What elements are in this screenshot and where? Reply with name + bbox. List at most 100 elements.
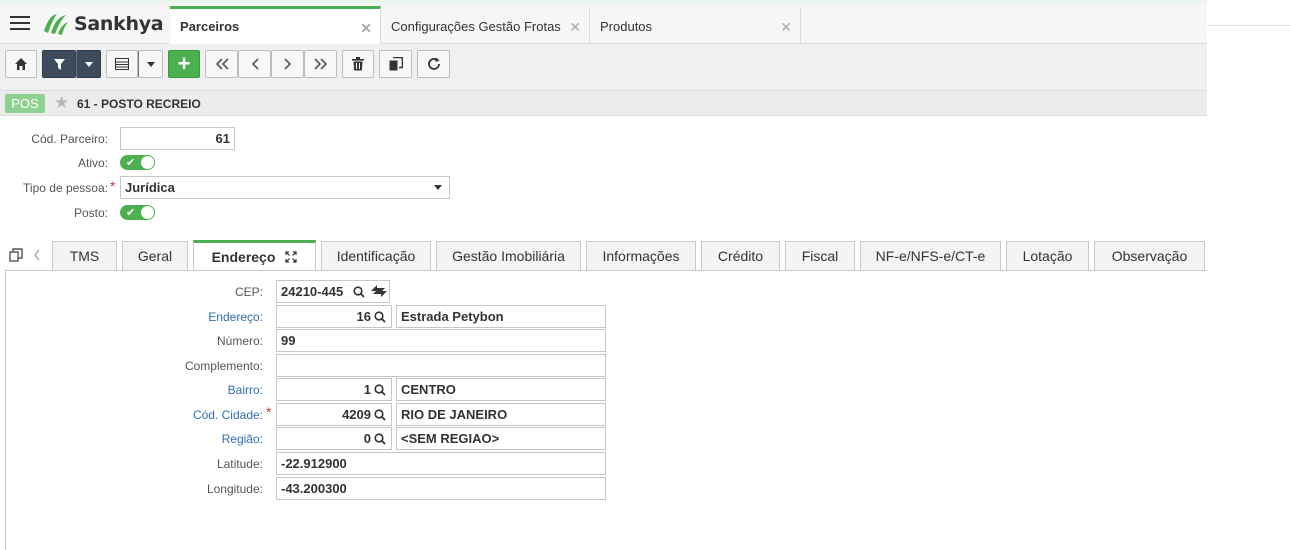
endereco-desc: Estrada Petybon xyxy=(396,305,606,328)
tab-label: Geral xyxy=(137,248,173,264)
regiao-label[interactable]: Região: xyxy=(150,432,263,446)
toggle-knob xyxy=(141,206,154,219)
tab-identificacao[interactable]: Identificação xyxy=(321,241,431,270)
chevron-down-icon xyxy=(146,61,155,67)
tab-label: NF-e/NFS-e/CT-e xyxy=(875,248,986,264)
toolbar: + xyxy=(0,44,1207,91)
tab-produtos[interactable]: Produtos ✕ xyxy=(590,8,801,44)
previous-record-button[interactable] xyxy=(238,50,271,78)
record-header: POS ★ 61 - POSTO RECREIO xyxy=(0,91,1207,116)
complemento-input[interactable] xyxy=(276,354,606,377)
last-record-button[interactable] xyxy=(304,50,337,78)
tab-label: Fiscal xyxy=(801,248,839,264)
endereco-label[interactable]: Endereço: xyxy=(150,310,263,324)
tab-label: Endereço xyxy=(211,249,276,265)
logo-text: Sankhya xyxy=(74,13,164,35)
cod-cidade-label[interactable]: Cód. Cidade: xyxy=(150,408,263,422)
tab-label: Crédito xyxy=(717,248,764,264)
tab-endereco[interactable]: Endereço xyxy=(193,240,316,271)
cod-parceiro-input[interactable]: 61 xyxy=(120,127,235,150)
record-title: 61 - POSTO RECREIO xyxy=(77,97,201,111)
delete-button[interactable] xyxy=(342,50,374,78)
home-button[interactable] xyxy=(5,50,37,78)
tab-credito[interactable]: Crédito xyxy=(701,241,780,270)
bairro-label[interactable]: Bairro: xyxy=(150,383,263,397)
tipo-pessoa-label: Tipo de pessoa: xyxy=(23,181,108,195)
complemento-label: Complemento: xyxy=(184,359,263,373)
next-record-button[interactable] xyxy=(271,50,304,78)
cod-parceiro-label: Cód. Parceiro: xyxy=(31,132,108,146)
posto-toggle[interactable]: ✔ xyxy=(120,205,155,220)
filter-dropdown-button[interactable] xyxy=(76,50,101,78)
menu-icon[interactable] xyxy=(10,16,30,32)
chevron-down-icon xyxy=(84,61,93,67)
search-icon[interactable] xyxy=(374,409,386,421)
tab-observacao[interactable]: Observação xyxy=(1094,241,1205,270)
top-bar: Sankhya Parceiros ✕ Configurações Gestão… xyxy=(0,0,1207,44)
tab-label: TMS xyxy=(69,248,100,264)
add-button[interactable]: + xyxy=(168,50,200,78)
tab-geral[interactable]: Geral xyxy=(122,241,188,270)
cep-label: CEP: xyxy=(234,285,263,299)
tab-label: Parceiros xyxy=(180,19,240,34)
cep-value: 24210-445 xyxy=(281,284,344,299)
numero-input[interactable]: 99 xyxy=(276,329,606,352)
filter-button[interactable] xyxy=(42,50,76,78)
tab-informacoes[interactable]: Informações xyxy=(586,241,696,270)
close-icon[interactable]: ✕ xyxy=(360,20,372,37)
refresh-button[interactable] xyxy=(417,50,450,78)
tab-configuracoes[interactable]: Configurações Gestão Frotas ✕ xyxy=(381,8,590,44)
sankhya-logo-icon xyxy=(44,14,68,35)
search-icon[interactable] xyxy=(374,311,386,323)
endereco-code: 16 xyxy=(356,309,371,324)
search-icon[interactable] xyxy=(374,433,386,445)
required-indicator: * xyxy=(266,404,272,420)
tab-label: Gestão Imobiliária xyxy=(452,248,565,264)
cidade-code: 4209 xyxy=(342,407,371,422)
longitude-input[interactable]: -43.200300 xyxy=(276,477,606,500)
copy-tabs-icon[interactable] xyxy=(9,248,23,262)
grid-dropdown-button[interactable] xyxy=(138,50,163,78)
app-window: Sankhya Parceiros ✕ Configurações Gestão… xyxy=(0,0,1290,550)
latitude-input[interactable]: -22.912900 xyxy=(276,452,606,475)
double-chevron-left-icon xyxy=(215,58,229,70)
chevron-left-icon[interactable] xyxy=(33,249,41,261)
tab-tms[interactable]: TMS xyxy=(52,241,117,270)
cidade-code-input[interactable]: 4209 xyxy=(276,403,392,426)
search-icon[interactable] xyxy=(374,384,386,396)
endereco-code-input[interactable]: 16 xyxy=(276,305,392,328)
close-icon[interactable]: ✕ xyxy=(780,19,792,36)
grid-icon xyxy=(115,58,129,70)
tab-fiscal[interactable]: Fiscal xyxy=(785,241,855,270)
swap-icon[interactable] xyxy=(369,282,389,300)
tab-nfe[interactable]: NF-e/NFS-e/CT-e xyxy=(860,241,1001,270)
first-record-button[interactable] xyxy=(205,50,238,78)
tab-label: Configurações Gestão Frotas xyxy=(391,18,561,34)
tipo-pessoa-select[interactable]: Jurídica xyxy=(120,176,450,199)
posto-label: Posto: xyxy=(73,206,108,220)
divider xyxy=(1207,25,1290,26)
toggle-knob xyxy=(141,156,154,169)
ativo-toggle[interactable]: ✔ xyxy=(120,155,155,170)
tab-parceiros[interactable]: Parceiros ✕ xyxy=(170,6,381,44)
tab-lotacao[interactable]: Lotação xyxy=(1006,241,1089,270)
chevron-left-icon xyxy=(251,58,259,70)
cidade-desc: RIO DE JANEIRO xyxy=(396,403,606,426)
regiao-code-input[interactable]: 0 xyxy=(276,427,392,450)
record-badge: POS xyxy=(5,94,45,113)
star-icon[interactable]: ★ xyxy=(54,93,69,113)
bairro-code-input[interactable]: 1 xyxy=(276,378,392,401)
refresh-icon xyxy=(427,57,440,70)
tab-label: Identificação xyxy=(336,248,416,264)
home-icon xyxy=(15,58,27,70)
duplicate-button[interactable] xyxy=(379,50,412,78)
tab-gestao-imobiliaria[interactable]: Gestão Imobiliária xyxy=(436,241,581,270)
search-icon[interactable] xyxy=(353,286,365,298)
tab-label: Produtos xyxy=(600,18,653,34)
close-icon[interactable]: ✕ xyxy=(569,19,581,36)
expand-icon[interactable] xyxy=(285,251,298,263)
grid-view-button[interactable] xyxy=(106,50,138,78)
longitude-label: Longitude: xyxy=(206,482,263,496)
filter-icon xyxy=(53,58,65,70)
check-icon: ✔ xyxy=(126,207,136,219)
